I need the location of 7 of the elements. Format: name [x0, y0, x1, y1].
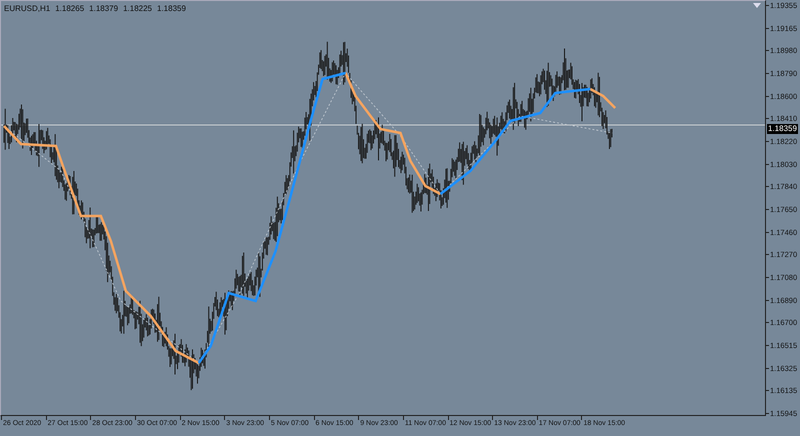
price-value: 1.18225: [123, 3, 152, 15]
symbol-label: EURUSD,H1: [4, 3, 50, 15]
price-value: 1.18359: [157, 3, 186, 15]
price-value: 1.18379: [89, 3, 118, 15]
price-value: 1.18265: [55, 3, 84, 15]
current-price-label: 1.18359: [767, 124, 798, 134]
triangle-icon[interactable]: [753, 3, 761, 8]
